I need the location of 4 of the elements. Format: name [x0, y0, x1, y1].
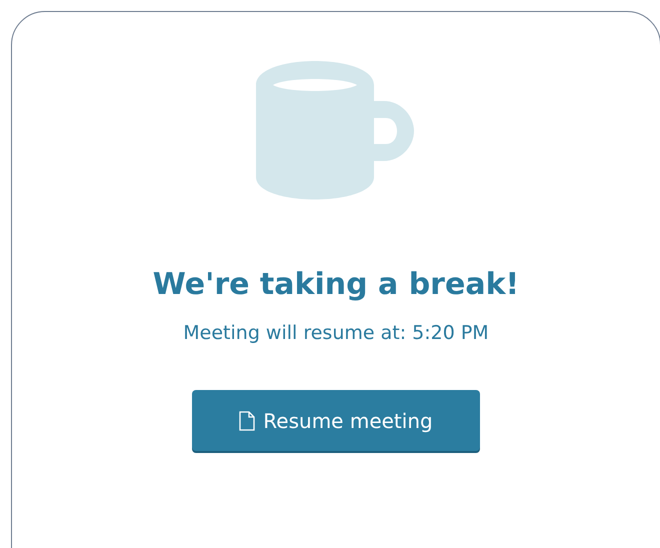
resume-meeting-button[interactable]: Resume meeting [192, 390, 480, 451]
document-icon [239, 410, 256, 430]
heading: We're taking a break! [152, 267, 520, 302]
resume-time-message: Meeting will resume at: 5:20 PM [183, 322, 489, 344]
